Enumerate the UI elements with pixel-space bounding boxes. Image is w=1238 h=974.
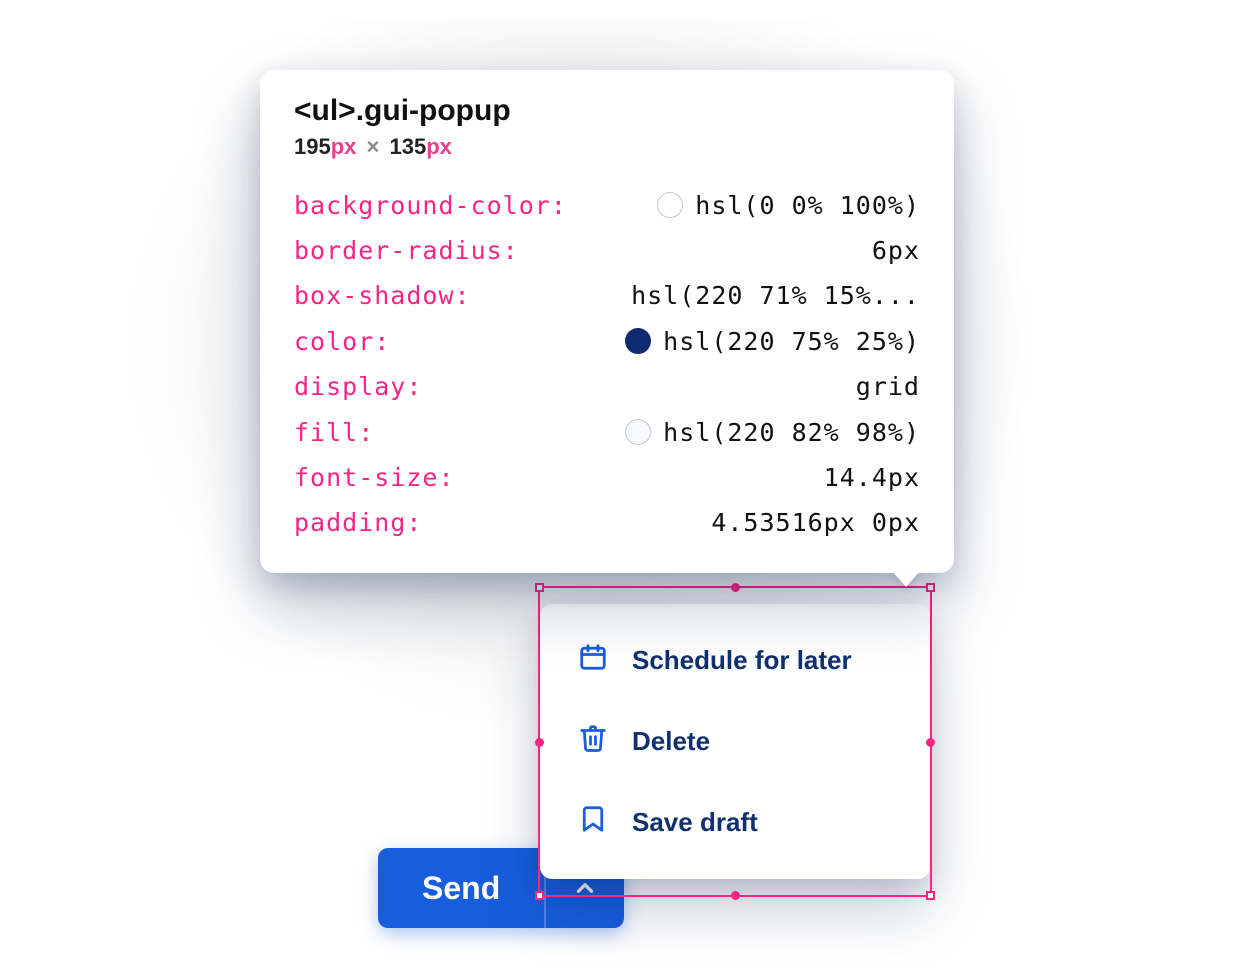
colon: : bbox=[503, 238, 519, 263]
popup-item[interactable]: Schedule for later bbox=[540, 620, 930, 701]
style-value: hsl(220 75% 25%) bbox=[625, 328, 920, 354]
popup-item-label: Save draft bbox=[632, 807, 758, 838]
tooltip-width-num: 195 bbox=[294, 134, 331, 159]
tooltip-mult-sign: × bbox=[363, 134, 384, 159]
style-property: display bbox=[294, 374, 406, 399]
style-property: color bbox=[294, 329, 374, 354]
send-button[interactable]: Send bbox=[378, 848, 546, 928]
style-property: font-size bbox=[294, 465, 438, 490]
style-value-text: hsl(220 75% 25%) bbox=[663, 329, 920, 354]
style-value-text: 4.53516px 0px bbox=[711, 510, 920, 535]
selection-handle[interactable] bbox=[731, 891, 740, 900]
bookmark-icon bbox=[578, 804, 608, 841]
tooltip-height-num: 135 bbox=[390, 134, 427, 159]
color-swatch-icon bbox=[657, 192, 683, 218]
colon: : bbox=[406, 510, 422, 535]
tooltip-height-unit: px bbox=[426, 134, 452, 159]
style-value-text: hsl(0 0% 100%) bbox=[695, 193, 920, 218]
style-row: border-radius: 6px bbox=[294, 228, 920, 273]
style-row: box-shadow: hsl(220 71% 15%... bbox=[294, 273, 920, 318]
style-value: 14.4px bbox=[824, 465, 920, 490]
colon: : bbox=[551, 193, 567, 218]
tooltip-width-unit: px bbox=[331, 134, 357, 159]
tooltip-tail bbox=[892, 571, 920, 587]
tooltip-element-tag: <ul> bbox=[294, 94, 356, 127]
colon: : bbox=[455, 283, 471, 308]
style-value-text: 6px bbox=[872, 238, 920, 263]
style-property: fill bbox=[294, 420, 358, 445]
style-value-text: hsl(220 82% 98%) bbox=[663, 420, 920, 445]
style-property: padding bbox=[294, 510, 406, 535]
style-value-text: hsl(220 71% 15%... bbox=[631, 283, 920, 308]
calendar-icon bbox=[578, 642, 608, 679]
colon: : bbox=[358, 420, 374, 445]
style-value: 6px bbox=[872, 238, 920, 263]
style-property: background-color bbox=[294, 193, 551, 218]
popup-item-label: Delete bbox=[632, 726, 710, 757]
colon: : bbox=[374, 329, 390, 354]
style-value-text: 14.4px bbox=[824, 465, 920, 490]
tooltip-dimensions: 195px × 135px bbox=[294, 134, 920, 160]
color-swatch-icon bbox=[625, 419, 651, 445]
trash-icon bbox=[578, 723, 608, 760]
selection-handle[interactable] bbox=[926, 891, 935, 900]
style-row: display: grid bbox=[294, 364, 920, 409]
colon: : bbox=[438, 465, 454, 490]
style-row: background-color: hsl(0 0% 100%) bbox=[294, 182, 920, 228]
tooltip-element-class: .gui-popup bbox=[356, 94, 511, 127]
inspector-tooltip: <ul>.gui-popup 195px × 135px background-… bbox=[260, 70, 954, 573]
popup-item[interactable]: Save draft bbox=[540, 782, 930, 863]
gui-popup: Schedule for later Delete Save draft bbox=[540, 604, 930, 879]
style-property: box-shadow bbox=[294, 283, 455, 308]
popup-item[interactable]: Delete bbox=[540, 701, 930, 782]
colon: : bbox=[406, 374, 422, 399]
tooltip-title: <ul>.gui-popup bbox=[294, 94, 920, 128]
style-row: color: hsl(220 75% 25%) bbox=[294, 318, 920, 364]
style-value-text: grid bbox=[856, 374, 920, 399]
send-button-label: Send bbox=[422, 870, 500, 907]
style-value: 4.53516px 0px bbox=[711, 510, 920, 535]
style-value: hsl(220 82% 98%) bbox=[625, 419, 920, 445]
style-row: fill: hsl(220 82% 98%) bbox=[294, 409, 920, 455]
style-value: hsl(220 71% 15%... bbox=[631, 283, 920, 308]
popup-selection-wrapper: Schedule for later Delete Save draft bbox=[540, 588, 930, 895]
style-property: border-radius bbox=[294, 238, 503, 263]
style-row: padding: 4.53516px 0px bbox=[294, 500, 920, 545]
color-swatch-icon bbox=[625, 328, 651, 354]
popup-item-label: Schedule for later bbox=[632, 645, 852, 676]
style-row: font-size: 14.4px bbox=[294, 455, 920, 500]
style-value: grid bbox=[856, 374, 920, 399]
style-value: hsl(0 0% 100%) bbox=[657, 192, 920, 218]
